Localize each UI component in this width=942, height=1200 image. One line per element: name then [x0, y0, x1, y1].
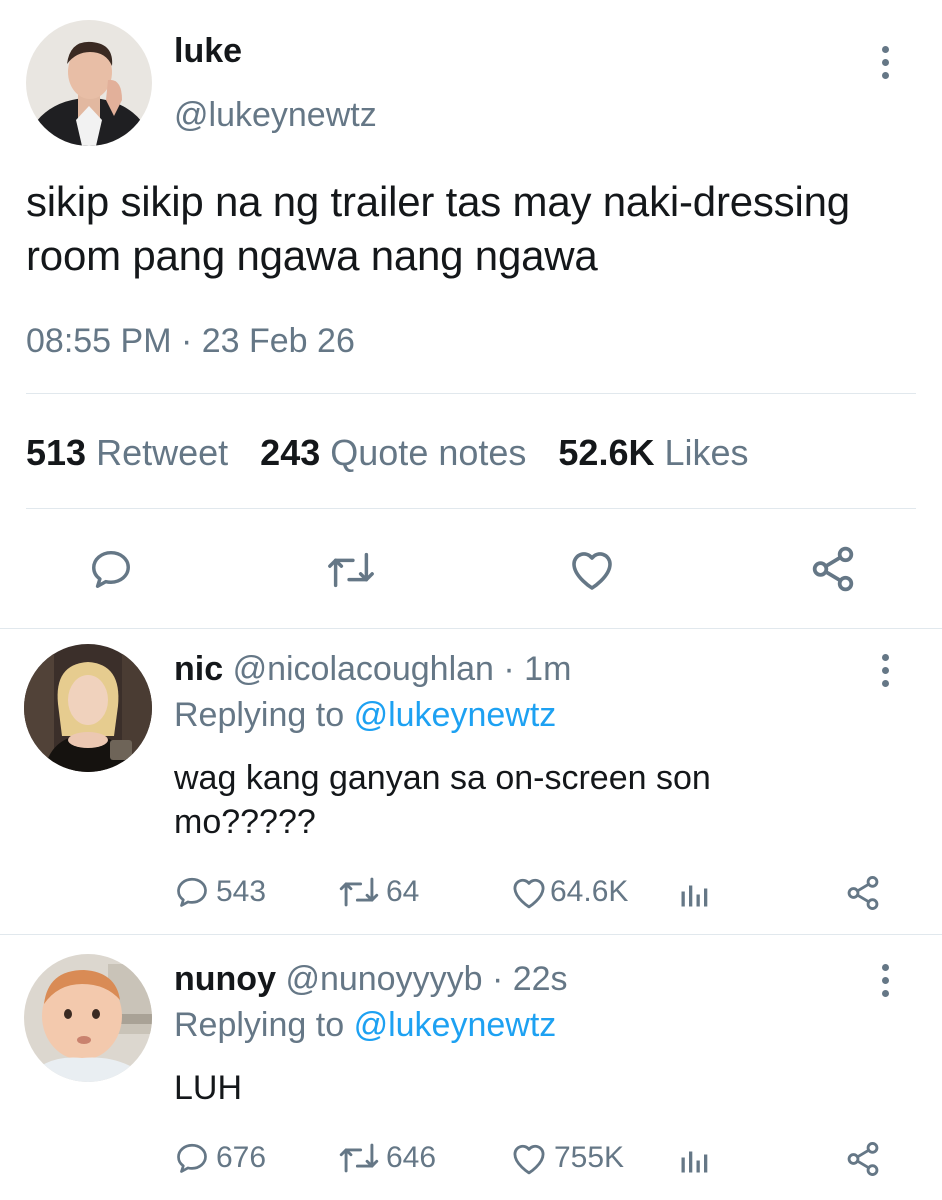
replying-to: Replying to @lukeynewtz: [174, 696, 556, 735]
likes-stat[interactable]: 52.6K Likes: [558, 432, 748, 474]
reply-actions: 676 646 755K: [0, 1140, 942, 1180]
replying-prefix: Replying to: [174, 1006, 345, 1044]
divider: [26, 508, 916, 509]
share-button[interactable]: [844, 874, 882, 912]
reply-author-name[interactable]: nic: [174, 650, 223, 688]
divider: [26, 393, 916, 394]
author-name[interactable]: luke: [174, 32, 242, 71]
like-icon: [513, 1144, 545, 1175]
reply-button[interactable]: 543: [174, 874, 266, 910]
reply-avatar[interactable]: [24, 954, 152, 1082]
reply-icon[interactable]: [88, 546, 134, 592]
separator-dot: ·: [503, 650, 515, 688]
analytics-icon: [681, 885, 708, 907]
share-button[interactable]: [844, 1140, 882, 1178]
share-icon[interactable]: [808, 544, 858, 594]
reply-header: nic @nicolacoughlan · 1m: [174, 650, 571, 689]
retweet-count: 646: [386, 1141, 437, 1174]
like-icon: [513, 878, 545, 909]
analytics-button[interactable]: [680, 1144, 710, 1174]
reply-count: 543: [216, 875, 267, 908]
replying-to: Replying to @lukeynewtz: [174, 1006, 556, 1045]
reply-author-name[interactable]: nunoy: [174, 960, 276, 998]
tweet-actions: [0, 540, 942, 600]
divider: [0, 934, 942, 935]
reply-count: 676: [216, 1141, 267, 1174]
like-count: 64.6K: [550, 875, 629, 908]
tweet-stats: 513 Retweet 243 Quote notes 52.6K Likes: [26, 432, 749, 474]
retweet-stat[interactable]: 513 Retweet: [26, 432, 228, 474]
reply-icon: [177, 877, 207, 907]
reply-author-handle[interactable]: @nicolacoughlan: [233, 650, 494, 688]
retweet-icon[interactable]: [326, 548, 376, 592]
analytics-icon: [681, 1151, 708, 1173]
reply-text: wag kang ganyan sa on-screen son mo?????: [174, 759, 711, 841]
more-options-icon[interactable]: [878, 46, 892, 79]
reply-author-handle[interactable]: @nunoyyyyb: [285, 960, 482, 998]
more-options-icon[interactable]: [878, 964, 892, 997]
separator-dot: ·: [491, 960, 504, 998]
replying-prefix: Replying to: [174, 696, 345, 734]
reply-header: nunoy @nunoyyyyb · 22s: [174, 960, 568, 999]
reply-button[interactable]: 676: [174, 1140, 266, 1176]
reply-time[interactable]: 1m: [524, 650, 571, 688]
share-icon: [847, 876, 879, 910]
more-options-icon[interactable]: [878, 654, 892, 687]
tweet-timestamp[interactable]: 08:55 PM · 23 Feb 26: [26, 322, 355, 361]
retweet-button[interactable]: 64: [338, 874, 419, 910]
like-icon[interactable]: [568, 546, 616, 592]
divider: [0, 628, 942, 629]
retweet-count: 64: [386, 875, 420, 908]
tweet-text: sikip sikip na ng trailer tas may naki-d…: [26, 178, 850, 279]
like-count: 755K: [554, 1141, 625, 1174]
replying-to-link[interactable]: @lukeynewtz: [354, 1006, 557, 1044]
analytics-button[interactable]: [680, 878, 710, 908]
reply-avatar[interactable]: [24, 644, 152, 772]
retweet-icon: [339, 877, 379, 907]
quote-stat[interactable]: 243 Quote notes: [260, 432, 526, 474]
reply-time[interactable]: 22s: [513, 960, 568, 998]
share-icon: [847, 1142, 879, 1176]
like-button[interactable]: 64.6K: [510, 874, 628, 910]
author-handle[interactable]: @lukeynewtz: [174, 96, 377, 135]
reply-actions: 543 64 64.6K: [0, 874, 942, 914]
reply-icon: [177, 1143, 207, 1173]
author-avatar[interactable]: [26, 20, 152, 146]
retweet-icon: [339, 1143, 379, 1173]
replying-to-link[interactable]: @lukeynewtz: [354, 696, 557, 734]
retweet-button[interactable]: 646: [338, 1140, 436, 1176]
reply-text: LUH: [174, 1069, 243, 1107]
like-button[interactable]: 755K: [510, 1140, 624, 1176]
